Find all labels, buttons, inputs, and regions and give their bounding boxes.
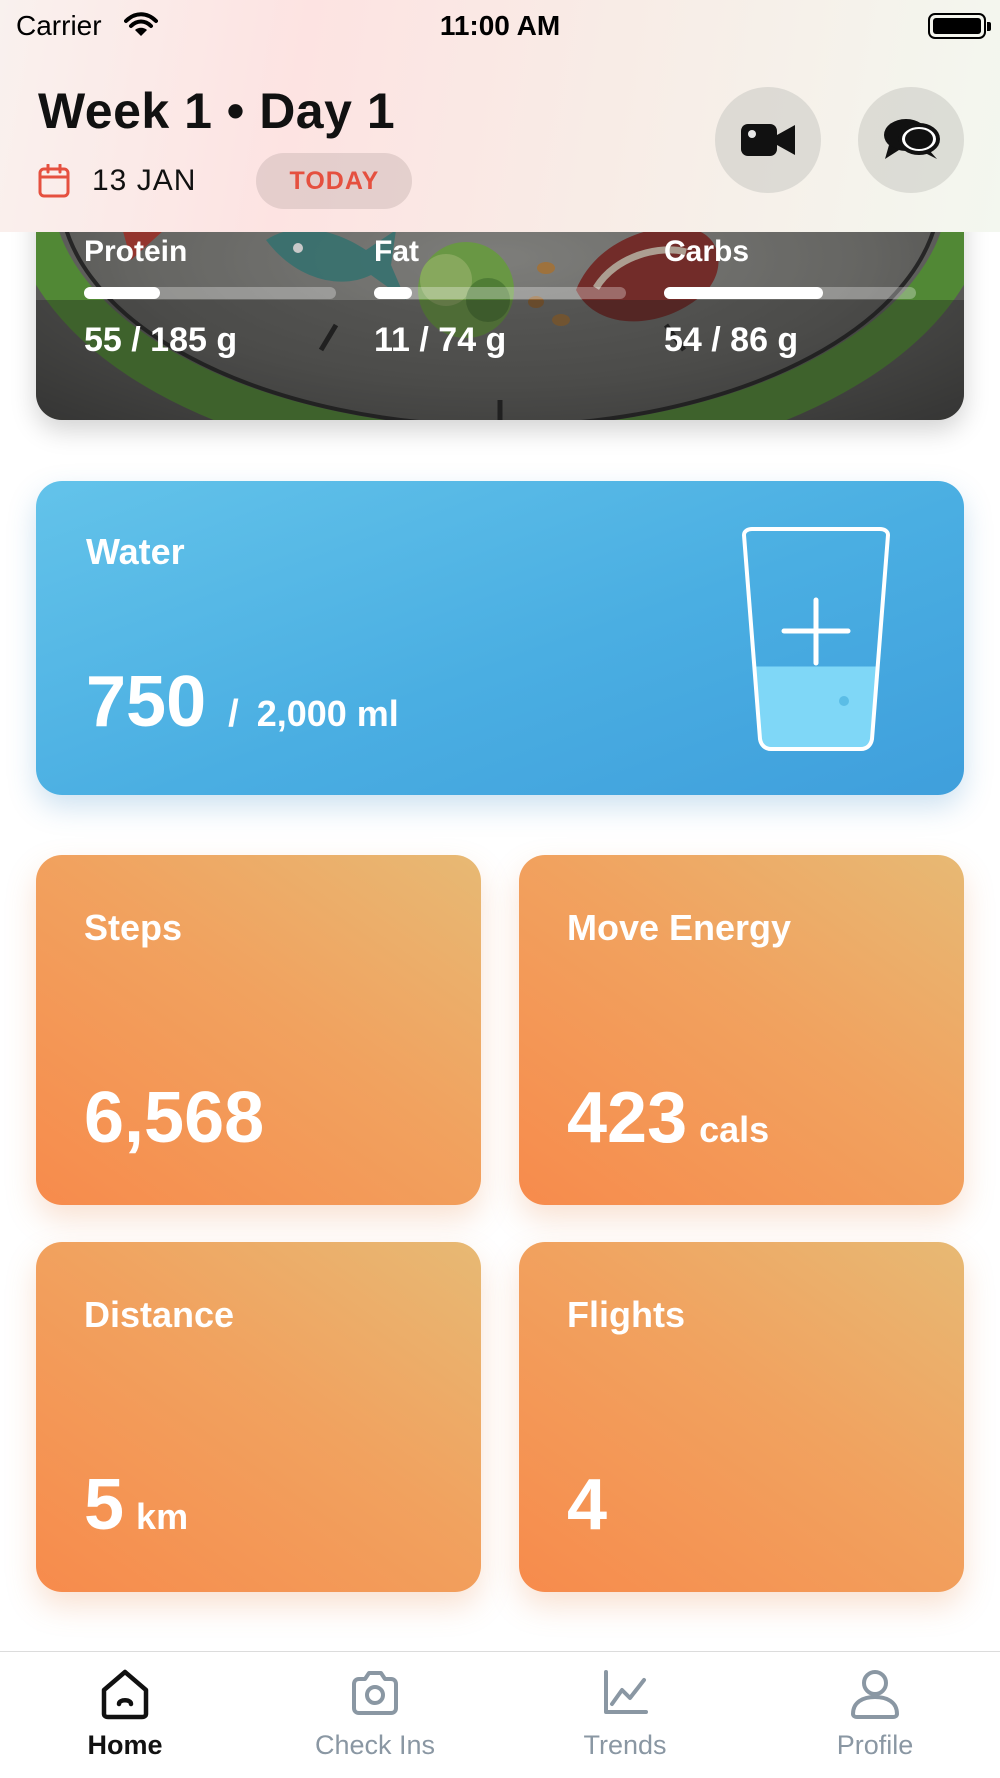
- tab-label: Profile: [836, 1730, 914, 1760]
- macro-value: 54 / 86 g: [664, 321, 799, 359]
- macro-value: 55 / 185 g: [84, 321, 238, 359]
- macro-label: Carbs: [664, 235, 750, 268]
- status-bar: Carrier 11:00 AM: [0, 0, 1000, 50]
- page-title: Week 1 • Day 1: [38, 83, 396, 139]
- tab-label: Trends: [583, 1730, 667, 1760]
- battery-icon: [928, 13, 991, 39]
- calendar-icon: [38, 164, 70, 198]
- macro-carbs: Carbs 54 / 86 g: [664, 235, 916, 360]
- video-call-button[interactable]: [715, 87, 821, 193]
- macro-progress-track: [374, 287, 626, 299]
- messages-button[interactable]: [858, 87, 964, 193]
- distance-card[interactable]: Distance 5 km: [36, 1242, 481, 1592]
- home-icon: [101, 1669, 149, 1720]
- status-time: 11:00 AM: [439, 10, 561, 41]
- flights-value: 4: [567, 1465, 608, 1545]
- distance-value: 5: [84, 1465, 125, 1545]
- current-date[interactable]: 13 JAN: [92, 164, 196, 198]
- macro-label: Fat: [374, 235, 419, 268]
- flights-card[interactable]: Flights 4: [519, 1242, 964, 1592]
- date-row: 13 JAN TODAY: [38, 152, 413, 210]
- macro-progress-fill: [84, 287, 160, 299]
- macro-progress-fill: [374, 287, 412, 299]
- macro-label: Protein: [84, 235, 188, 268]
- water-amounts: 750 / 2,000 ml: [86, 661, 399, 743]
- tab-profile[interactable]: Profile: [750, 1652, 1000, 1778]
- macro-progress-track: [664, 287, 916, 299]
- macro-progress-fill: [664, 287, 823, 299]
- plus-icon: [781, 597, 851, 666]
- macro-progress-track: [84, 287, 336, 299]
- flights-label: Flights: [567, 1294, 685, 1335]
- steps-label: Steps: [84, 907, 183, 948]
- steps-card[interactable]: Steps 6,568: [36, 855, 481, 1205]
- macro-protein: Protein 55 / 185 g: [84, 235, 336, 360]
- camera-icon: [352, 1671, 398, 1715]
- water-value: 750: [86, 662, 207, 742]
- header: Carrier 11:00 AM Week 1 • Day 1 13 JAN T…: [0, 0, 1000, 232]
- user-icon: [851, 1670, 899, 1719]
- steps-value: 6,568: [84, 1078, 265, 1158]
- water-separator: /: [228, 693, 239, 735]
- tab-label: Home: [87, 1730, 163, 1760]
- move-energy-value: 423: [567, 1078, 688, 1158]
- steps-value-row: 6,568: [84, 1077, 276, 1159]
- tab-bar: Home Check Ins Trends Profile: [0, 1651, 1000, 1778]
- distance-unit: km: [136, 1496, 189, 1537]
- water-goal: 2,000 ml: [256, 693, 399, 734]
- move-energy-label: Move Energy: [567, 907, 792, 948]
- chart-icon: [604, 1670, 648, 1714]
- tab-check-ins[interactable]: Check Ins: [250, 1652, 500, 1778]
- macro-fat: Fat 11 / 74 g: [374, 235, 626, 360]
- today-button[interactable]: TODAY: [256, 153, 413, 209]
- distance-label: Distance: [84, 1294, 235, 1335]
- distance-value-row: 5 km: [84, 1464, 188, 1546]
- video-camera-icon: [741, 124, 795, 156]
- tab-trends[interactable]: Trends: [500, 1652, 750, 1778]
- macro-value: 11 / 74 g: [374, 321, 507, 359]
- tab-label: Check Ins: [314, 1730, 436, 1760]
- move-energy-value-row: 423 cals: [567, 1077, 769, 1159]
- move-energy-card[interactable]: Move Energy 423 cals: [519, 855, 964, 1205]
- move-energy-unit: cals: [699, 1109, 770, 1150]
- tab-home[interactable]: Home: [0, 1652, 250, 1778]
- chat-bubbles-icon: [884, 119, 940, 159]
- add-water-button[interactable]: [736, 525, 896, 757]
- flights-value-row: 4: [567, 1464, 619, 1546]
- water-card[interactable]: Water 750 / 2,000 ml: [36, 481, 964, 795]
- water-title: Water: [86, 531, 185, 572]
